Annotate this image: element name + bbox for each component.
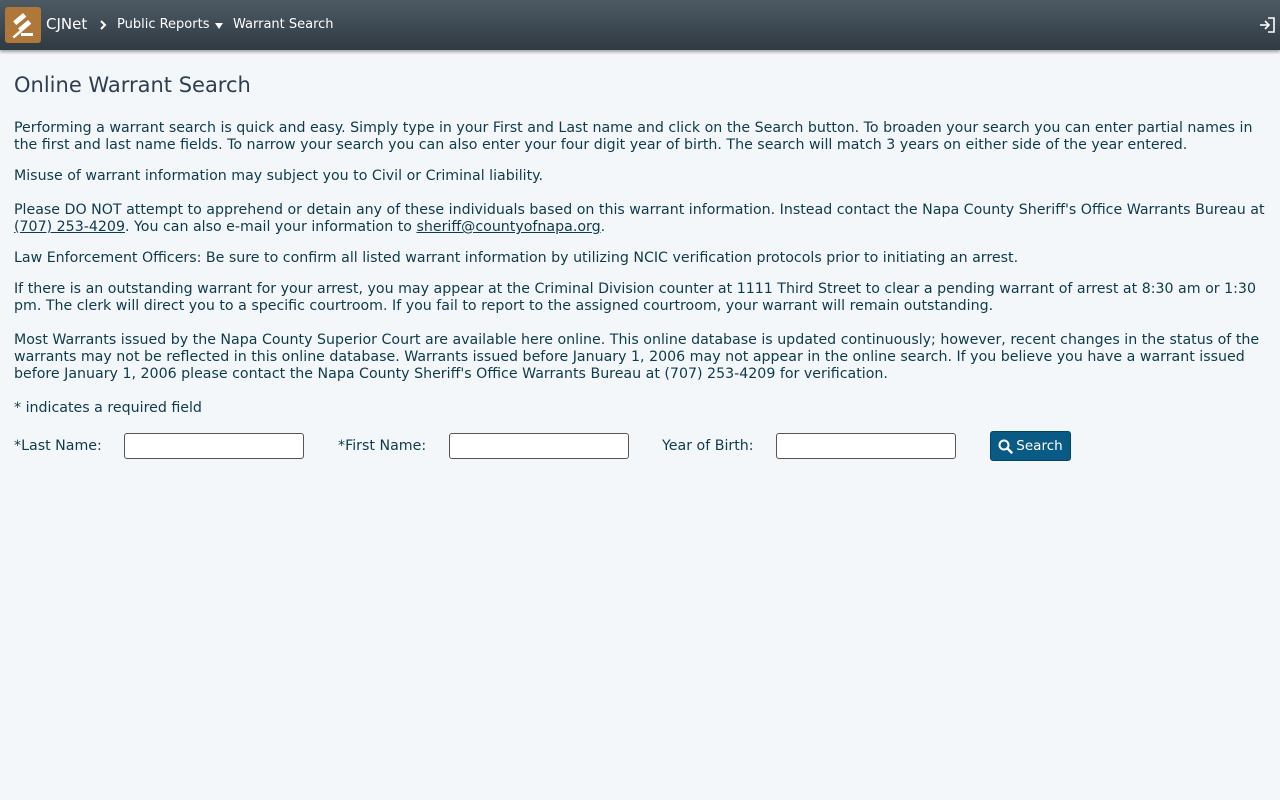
intro-paragraph: Performing a warrant search is quick and… [14, 120, 1253, 153]
search-form: *Last Name: *First Name: Year of Birth: … [14, 431, 1071, 461]
caret-down-icon [215, 22, 224, 29]
public-reports-dropdown[interactable]: Public Reports [117, 17, 224, 32]
contact-text-before: Please DO NOT attempt to apprehend or de… [14, 202, 1265, 218]
first-name-label: *First Name: [338, 438, 427, 454]
phone-link[interactable]: (707) 253-4209 [14, 219, 125, 235]
year-of-birth-label: Year of Birth: [662, 438, 754, 454]
year-of-birth-input[interactable] [776, 433, 956, 459]
last-name-label: *Last Name: [14, 438, 102, 454]
top-navbar: CJNet Public Reports Warrant Search [0, 0, 1280, 50]
breadcrumb-current: Warrant Search [233, 17, 334, 32]
misuse-paragraph: Misuse of warrant information may subjec… [14, 168, 544, 184]
contact-text-after: . [600, 219, 606, 235]
sign-out-icon[interactable] [1258, 16, 1276, 34]
first-name-input[interactable] [449, 433, 629, 459]
database-paragraph: Most Warrants issued by the Napa County … [14, 332, 1260, 382]
magnifier-icon [998, 439, 1013, 454]
search-button-label: Search [1016, 438, 1063, 454]
gavel-icon[interactable] [5, 7, 41, 43]
chevron-right-icon [100, 20, 107, 30]
brand-link[interactable]: CJNet [46, 15, 87, 33]
contact-paragraph: Please DO NOT attempt to apprehend or de… [14, 202, 1266, 236]
required-note: * indicates a required field [14, 400, 202, 416]
search-button[interactable]: Search [990, 431, 1071, 461]
main-content: Online Warrant Search Performing a warra… [14, 72, 1266, 431]
public-reports-label: Public Reports [117, 17, 210, 32]
contact-text-middle: . You can also e-mail your information t… [124, 219, 417, 235]
email-link[interactable]: sheriff@countyofnapa.org [416, 219, 600, 235]
law-enforcement-paragraph: Law Enforcement Officers: Be sure to con… [14, 250, 1019, 266]
page-title: Online Warrant Search [14, 73, 251, 97]
outstanding-paragraph: If there is an outstanding warrant for y… [14, 281, 1256, 314]
last-name-input[interactable] [124, 433, 304, 459]
